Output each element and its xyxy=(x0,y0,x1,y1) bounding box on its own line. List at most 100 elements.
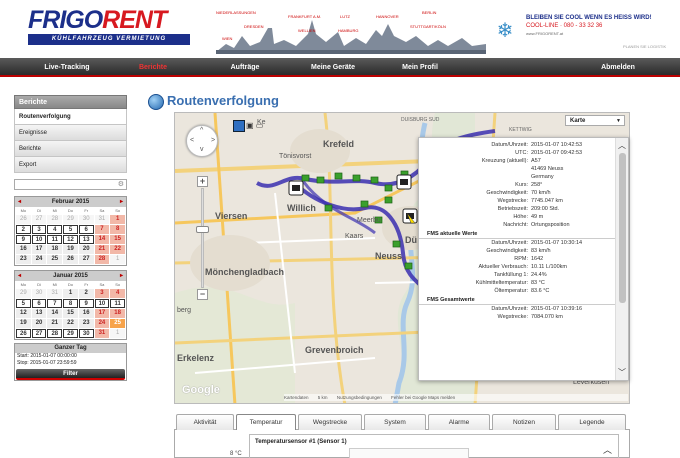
calendar-day[interactable]: 23 xyxy=(16,255,31,264)
calendar-day[interactable]: 11 xyxy=(47,235,63,244)
calendar-day[interactable]: 15 xyxy=(63,309,78,318)
pan-left-icon[interactable]: < xyxy=(190,137,194,144)
calendar-day[interactable]: 8 xyxy=(63,299,78,308)
tab-system[interactable]: System xyxy=(364,414,426,430)
calendar-day[interactable]: 20 xyxy=(31,319,47,328)
calendar-day[interactable]: 5 xyxy=(63,225,78,234)
calendar-day[interactable]: 2 xyxy=(16,225,31,234)
tab-alarme[interactable]: Alarme xyxy=(428,414,490,430)
calendar-day[interactable]: 23 xyxy=(78,319,94,328)
vehicle-search-input[interactable]: ⚙ xyxy=(14,179,127,190)
calendar-day[interactable]: 8 xyxy=(110,225,125,234)
calendar-day[interactable]: 13 xyxy=(78,235,94,244)
calendar-day[interactable]: 12 xyxy=(16,309,31,318)
pan-down-icon[interactable]: v xyxy=(200,146,204,153)
nav-abmelden[interactable]: Abmelden xyxy=(586,58,650,77)
calendar-day[interactable]: 18 xyxy=(110,309,125,318)
tab-notizen[interactable]: Notizen xyxy=(492,414,556,430)
calendar-day[interactable]: 28 xyxy=(47,215,63,224)
calendar-day[interactable]: 31 xyxy=(94,329,110,338)
frigorent-logo[interactable]: FRIGORENT xyxy=(28,8,190,33)
calendar-day[interactable]: 16 xyxy=(16,245,31,254)
calendar-day[interactable]: 17 xyxy=(94,309,110,318)
calendar-day[interactable]: 22 xyxy=(110,245,125,254)
calendar-day[interactable]: 29 xyxy=(63,215,78,224)
tab-temperatur[interactable]: Temperatur xyxy=(236,414,296,431)
calendar-day[interactable]: 19 xyxy=(16,319,31,328)
zoom-out-button[interactable]: − xyxy=(197,289,208,300)
search-icon[interactable]: ⚙ xyxy=(118,180,124,190)
calendar-day[interactable]: 4 xyxy=(110,289,125,298)
calendar-day[interactable]: 2 xyxy=(78,289,94,298)
calendar-day[interactable]: 1 xyxy=(63,289,78,298)
day-range-title[interactable]: Ganzer Tag xyxy=(15,344,126,353)
calendar-day[interactable]: 31 xyxy=(47,289,63,298)
tab-legende[interactable]: Legende xyxy=(558,414,626,430)
nav-live-tracking[interactable]: Live-Tracking xyxy=(26,58,108,77)
calendar-day[interactable]: 4 xyxy=(47,225,63,234)
report-error-link[interactable]: Fehler bei Google Maps melden xyxy=(391,395,455,400)
calendar-day[interactable]: 11 xyxy=(110,299,125,308)
calendar-day[interactable]: 16 xyxy=(78,309,94,318)
pan-up-icon[interactable]: ^ xyxy=(200,127,203,134)
calendar-day[interactable]: 26 xyxy=(16,329,31,338)
next-month-icon[interactable]: ▸ xyxy=(120,271,123,281)
tab-aktivitaet[interactable]: Aktivität xyxy=(176,414,234,430)
calendar-day[interactable]: 25 xyxy=(47,255,63,264)
calendar-day[interactable]: 22 xyxy=(63,319,78,328)
calendar-day[interactable]: 14 xyxy=(94,235,110,244)
map-type-select[interactable]: Karte ▼ xyxy=(565,115,625,126)
calendar-day[interactable]: 26 xyxy=(16,215,31,224)
calendar-day[interactable]: 9 xyxy=(78,299,94,308)
zoom-slider-track[interactable] xyxy=(201,188,204,288)
calendar-day[interactable]: 1 xyxy=(110,329,125,338)
calendar-day[interactable]: 27 xyxy=(31,215,47,224)
calendar-day[interactable]: 25 xyxy=(110,319,125,328)
calendar-day[interactable]: 13 xyxy=(31,309,47,318)
calendar-day[interactable]: 1 xyxy=(110,255,125,264)
calendar-day[interactable]: 14 xyxy=(47,309,63,318)
chevron-up-icon[interactable]: ︿ xyxy=(603,443,612,456)
calendar-day[interactable]: 21 xyxy=(47,319,63,328)
calendar-day[interactable]: 24 xyxy=(31,255,47,264)
calendar-day[interactable]: 30 xyxy=(31,289,47,298)
calendar-day[interactable]: 31 xyxy=(94,215,110,224)
calendar-day[interactable]: 30 xyxy=(78,329,94,338)
calendar-day[interactable]: 3 xyxy=(94,289,110,298)
nav-berichte[interactable]: Berichte xyxy=(114,58,192,77)
calendar-day[interactable]: 9 xyxy=(16,235,31,244)
calendar-day[interactable]: 15 xyxy=(110,235,125,244)
calendar-day[interactable]: 10 xyxy=(31,235,47,244)
calendar-day[interactable]: 27 xyxy=(78,255,94,264)
nav-mein-profil[interactable]: Mein Profil xyxy=(384,58,456,77)
street-view-pegman-icon[interactable] xyxy=(233,120,245,132)
zoom-in-button[interactable]: + xyxy=(197,176,208,187)
prev-month-icon[interactable]: ◂ xyxy=(18,271,21,281)
calendar-day[interactable]: 28 xyxy=(47,329,63,338)
scroll-up-icon[interactable]: ︿ xyxy=(618,140,626,151)
scroll-down-icon[interactable]: ﹀ xyxy=(618,367,626,378)
calendar-day[interactable]: 26 xyxy=(63,255,78,264)
next-month-icon[interactable]: ▸ xyxy=(120,197,123,207)
tab-wegstrecke[interactable]: Wegstrecke xyxy=(298,414,362,430)
calendar-day[interactable]: 6 xyxy=(31,299,47,308)
calendar-day[interactable]: 1 xyxy=(110,215,125,224)
calendar-day[interactable]: 10 xyxy=(94,299,110,308)
scroll-thumb[interactable] xyxy=(619,153,626,303)
calendar-day[interactable]: 20 xyxy=(78,245,94,254)
calendar-day[interactable]: 28 xyxy=(94,255,110,264)
map-pan-control[interactable]: ^ < > v xyxy=(186,125,218,157)
calendar-day[interactable]: 12 xyxy=(63,235,78,244)
calendar-day[interactable]: 19 xyxy=(63,245,78,254)
sidebar-item-routenverfolgung[interactable]: Routenverfolgung xyxy=(14,109,127,125)
calendar-day[interactable]: 5 xyxy=(16,299,31,308)
filter-button[interactable]: Filter xyxy=(16,369,125,380)
calendar-day[interactable]: 6 xyxy=(78,225,94,234)
map-toolbar-icons[interactable]: ▣ ▭ xyxy=(246,120,284,132)
calendar-day[interactable]: 17 xyxy=(31,245,47,254)
calendar-day[interactable]: 7 xyxy=(47,299,63,308)
popup-scrollbar[interactable]: ︿ ﹀ xyxy=(615,138,628,380)
calendar-day[interactable]: 3 xyxy=(31,225,47,234)
calendar-day[interactable]: 29 xyxy=(16,289,31,298)
calendar-day[interactable]: 29 xyxy=(63,329,78,338)
